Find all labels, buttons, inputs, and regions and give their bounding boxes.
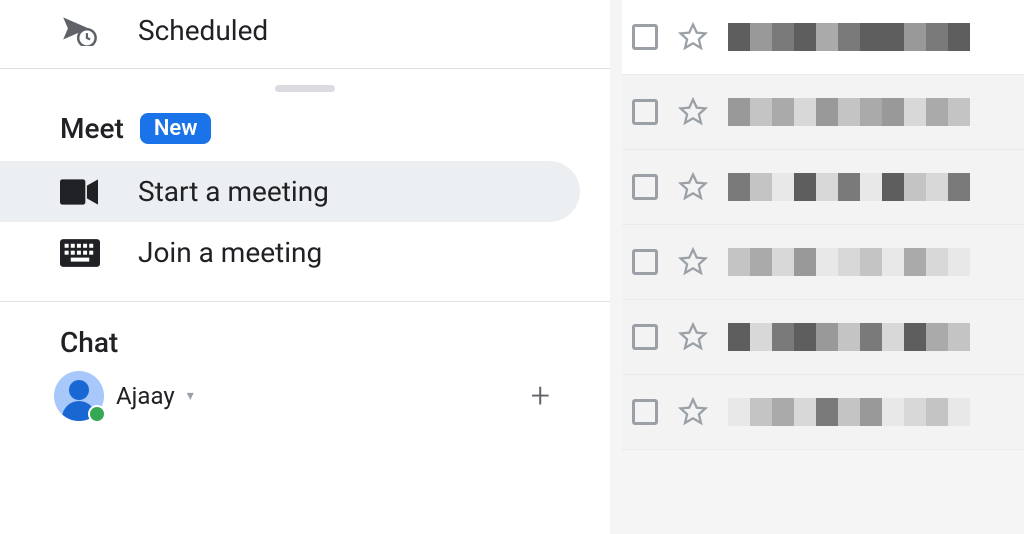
section-divider	[0, 68, 610, 69]
checkbox[interactable]	[632, 324, 658, 350]
checkbox[interactable]	[632, 99, 658, 125]
avatar	[54, 371, 104, 421]
sidebar: Scheduled Meet New Start a meeting	[0, 0, 610, 534]
star-icon[interactable]	[678, 322, 708, 352]
join-meeting-button[interactable]: Join a meeting	[0, 222, 610, 283]
keyboard-icon	[60, 239, 100, 267]
checkbox[interactable]	[632, 174, 658, 200]
meet-title: Meet	[60, 112, 124, 145]
star-icon[interactable]	[678, 22, 708, 52]
scheduled-icon	[60, 14, 100, 46]
email-row[interactable]	[622, 0, 1024, 75]
redacted-content	[728, 248, 970, 276]
sidebar-item-scheduled[interactable]: Scheduled	[0, 0, 610, 60]
add-chat-button[interactable]: +	[531, 376, 550, 416]
redacted-content	[728, 23, 970, 51]
checkbox[interactable]	[632, 249, 658, 275]
redacted-content	[728, 98, 970, 126]
status-online-icon	[88, 405, 106, 423]
email-row[interactable]	[622, 150, 1024, 225]
chat-user-row: Ajaay ▾ +	[0, 359, 610, 421]
star-icon[interactable]	[678, 397, 708, 427]
chevron-down-icon: ▾	[187, 388, 194, 404]
drag-handle[interactable]	[275, 85, 335, 92]
email-row[interactable]	[622, 300, 1024, 375]
redacted-content	[728, 323, 970, 351]
chat-section-header: Chat	[0, 302, 610, 359]
redacted-content	[728, 173, 970, 201]
chat-title: Chat	[60, 326, 118, 359]
scheduled-label: Scheduled	[138, 14, 268, 47]
new-badge: New	[140, 113, 212, 144]
meet-section-header: Meet New	[0, 96, 610, 161]
chat-user-name: Ajaay	[116, 382, 175, 410]
start-meeting-button[interactable]: Start a meeting	[0, 161, 580, 222]
star-icon[interactable]	[678, 97, 708, 127]
join-meeting-label: Join a meeting	[138, 236, 322, 269]
star-icon[interactable]	[678, 247, 708, 277]
redacted-content	[728, 398, 970, 426]
start-meeting-label: Start a meeting	[138, 175, 329, 208]
chat-user[interactable]: Ajaay ▾	[54, 371, 194, 421]
star-icon[interactable]	[678, 172, 708, 202]
email-row[interactable]	[622, 375, 1024, 450]
video-icon	[60, 179, 100, 205]
email-row[interactable]	[622, 225, 1024, 300]
checkbox[interactable]	[632, 24, 658, 50]
checkbox[interactable]	[632, 399, 658, 425]
email-list	[610, 0, 1024, 534]
email-row[interactable]	[622, 75, 1024, 150]
